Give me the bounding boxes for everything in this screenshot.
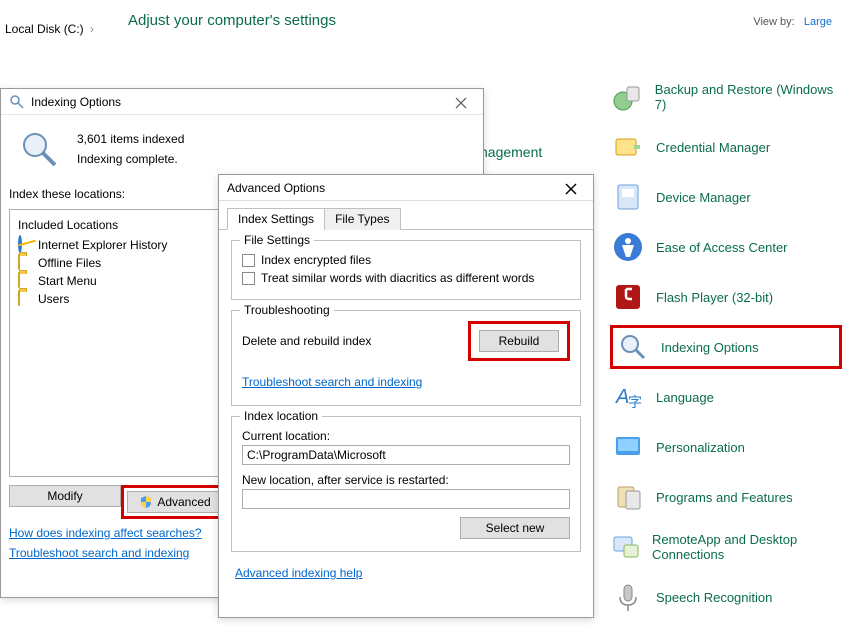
checkbox-diacritics[interactable]: Treat similar words with diacritics as d… xyxy=(242,269,570,287)
group-title: Troubleshooting xyxy=(240,303,334,317)
troubleshoot-link[interactable]: Troubleshoot search and indexing xyxy=(242,371,570,393)
personalization-icon xyxy=(610,429,646,465)
control-panel-items: Backup and Restore (Windows 7) Credentia… xyxy=(610,75,842,625)
speech-icon xyxy=(610,579,646,615)
new-location-label: New location, after service is restarted… xyxy=(242,471,570,489)
cp-item-label: Personalization xyxy=(656,440,745,455)
cp-item-ease[interactable]: Ease of Access Center xyxy=(610,225,842,269)
remote-icon xyxy=(610,529,642,565)
programs-icon xyxy=(610,479,646,515)
cp-item-personalization[interactable]: Personalization xyxy=(610,425,842,469)
language-icon: A字 xyxy=(610,379,646,415)
folder-icon xyxy=(18,255,34,271)
index-count: 3,601 items indexed xyxy=(77,129,184,149)
cp-item-remote[interactable]: RemoteApp and Desktop Connections xyxy=(610,525,842,569)
indexing-large-icon xyxy=(19,129,59,169)
current-location-field[interactable] xyxy=(242,445,570,465)
group-title: File Settings xyxy=(240,233,314,247)
new-location-field[interactable] xyxy=(242,489,570,509)
view-by-link[interactable]: Large xyxy=(804,16,832,28)
tab-file-types[interactable]: File Types xyxy=(324,208,400,230)
checkbox-icon[interactable] xyxy=(242,272,255,285)
close-button[interactable] xyxy=(445,93,477,113)
index-summary: 3,601 items indexed Indexing complete. xyxy=(1,115,483,175)
advanced-button[interactable]: Advanced xyxy=(127,491,223,513)
folder-icon xyxy=(18,291,34,307)
control-panel-header: Adjust your computer's settings xyxy=(112,0,852,40)
flash-icon xyxy=(610,279,646,315)
tab-index-settings[interactable]: Index Settings xyxy=(227,208,325,230)
folder-icon xyxy=(18,273,34,289)
checkbox-icon[interactable] xyxy=(242,254,255,267)
backup-icon xyxy=(610,79,645,115)
cp-item-label: RemoteApp and Desktop Connections xyxy=(652,532,842,562)
close-button[interactable] xyxy=(555,179,587,199)
cp-item-backup[interactable]: Backup and Restore (Windows 7) xyxy=(610,75,842,119)
cp-item-label: Ease of Access Center xyxy=(656,240,788,255)
breadcrumb[interactable]: Local Disk (C:) › xyxy=(5,22,97,36)
rebuild-highlight: Rebuild xyxy=(468,321,570,361)
select-new-button[interactable]: Select new xyxy=(460,517,570,539)
view-by: View by: Large xyxy=(753,16,832,28)
checkbox-encrypted[interactable]: Index encrypted files xyxy=(242,251,570,269)
file-settings-group: File Settings Index encrypted files Trea… xyxy=(231,240,581,300)
dialog-title: Advanced Options xyxy=(227,181,325,195)
cp-item-language[interactable]: A字 Language xyxy=(610,375,842,419)
advanced-help-link[interactable]: Advanced indexing help xyxy=(219,562,593,584)
index-location-group: Index location Current location: New loc… xyxy=(231,416,581,552)
device-icon xyxy=(610,179,646,215)
index-status: Indexing complete. xyxy=(77,149,184,169)
cp-item-label: Backup and Restore (Windows 7) xyxy=(655,82,842,112)
indexing-icon xyxy=(615,329,651,365)
cp-item-credential[interactable]: Credential Manager xyxy=(610,125,842,169)
ie-icon xyxy=(18,237,34,253)
page-heading: Adjust your computer's settings xyxy=(128,12,336,29)
credential-icon xyxy=(610,129,646,165)
cp-item-label: Flash Player (32-bit) xyxy=(656,290,773,305)
rebuild-button[interactable]: Rebuild xyxy=(479,330,559,352)
dialog-titlebar[interactable]: Advanced Options xyxy=(219,175,593,201)
tabs: Index Settings File Types xyxy=(219,201,593,230)
modify-button[interactable]: Modify xyxy=(9,485,121,507)
cp-item-device[interactable]: Device Manager xyxy=(610,175,842,219)
cp-item-label: Credential Manager xyxy=(656,140,770,155)
dialog-titlebar[interactable]: Indexing Options xyxy=(1,89,483,115)
chevron-right-icon: › xyxy=(90,22,94,36)
cp-item-speech[interactable]: Speech Recognition xyxy=(610,575,842,619)
rebuild-label: Delete and rebuild index xyxy=(242,334,371,348)
partial-text: nagement xyxy=(480,144,542,160)
cp-item-label: Speech Recognition xyxy=(656,590,772,605)
cp-item-label: Device Manager xyxy=(656,190,751,205)
ease-icon xyxy=(610,229,646,265)
cp-item-label: Indexing Options xyxy=(661,340,759,355)
dialog-title: Indexing Options xyxy=(31,95,121,109)
troubleshooting-group: Troubleshooting Delete and rebuild index… xyxy=(231,310,581,406)
shield-icon xyxy=(139,495,153,509)
cp-item-programs[interactable]: Programs and Features xyxy=(610,475,842,519)
cp-item-label: Language xyxy=(656,390,714,405)
cp-item-indexing[interactable]: Indexing Options xyxy=(610,325,842,369)
current-location-label: Current location: xyxy=(242,427,570,445)
group-title: Index location xyxy=(240,409,322,423)
advanced-options-dialog: Advanced Options Index Settings File Typ… xyxy=(218,174,594,618)
indexing-icon xyxy=(9,94,25,110)
cp-item-flash[interactable]: Flash Player (32-bit) xyxy=(610,275,842,319)
cp-item-label: Programs and Features xyxy=(656,490,793,505)
svg-text:字: 字 xyxy=(628,394,642,410)
advanced-highlight: Advanced xyxy=(121,485,229,519)
